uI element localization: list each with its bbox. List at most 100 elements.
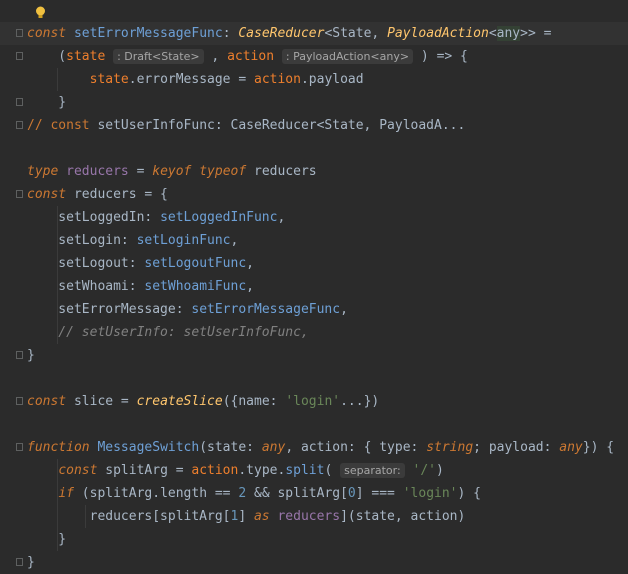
code-token: = bbox=[128, 164, 153, 179]
code-token: 'login' bbox=[285, 394, 341, 409]
fold-marker-icon[interactable] bbox=[16, 351, 23, 359]
code-token: slice = bbox=[73, 394, 137, 409]
code-token: MessageSwitch bbox=[97, 440, 200, 455]
code-line[interactable]: setLogout: setLogoutFunc, bbox=[0, 252, 628, 275]
code-token: setUserInfoFunc: CaseReducer<State, Payl… bbox=[97, 118, 466, 133]
code-token: state bbox=[89, 72, 129, 87]
code-token: } bbox=[27, 532, 67, 547]
code-text: const splitArg = action.type.split( sepa… bbox=[27, 459, 444, 482]
code-token: typeof bbox=[199, 164, 255, 179]
code-line[interactable]: setWhoami: setWhoamiFunc, bbox=[0, 275, 628, 298]
fold-marker-icon[interactable] bbox=[16, 397, 23, 405]
fold-marker-icon[interactable] bbox=[16, 190, 23, 198]
code-token: ) { bbox=[457, 486, 481, 501]
code-line[interactable]: state.errorMessage = action.payload bbox=[0, 68, 628, 91]
code-token: .payload bbox=[300, 72, 364, 87]
code-token: action bbox=[227, 49, 275, 64]
code-token: && splitArg[ bbox=[246, 486, 348, 501]
code-line[interactable] bbox=[0, 413, 628, 436]
code-token: ...}) bbox=[340, 394, 380, 409]
code-text: state.errorMessage = action.payload bbox=[27, 68, 364, 91]
code-token: function bbox=[27, 440, 98, 455]
code-token: type bbox=[27, 164, 67, 179]
code-token: <State, bbox=[324, 26, 388, 41]
code-token: CaseReducer bbox=[238, 26, 325, 41]
code-token: setWhoamiFunc bbox=[144, 279, 247, 294]
code-text: } bbox=[27, 528, 66, 551]
code-token: }) { bbox=[582, 440, 615, 455]
code-text: function MessageSwitch(state: any, actio… bbox=[27, 436, 614, 459]
code-token: ( bbox=[27, 49, 67, 64]
code-token: ] === bbox=[355, 486, 403, 501]
code-token: splitArg = bbox=[105, 463, 192, 478]
code-line[interactable]: const setErrorMessageFunc: CaseReducer<S… bbox=[0, 22, 628, 45]
code-token: setLoggedInFunc bbox=[160, 210, 278, 225]
code-text: (state : Draft<State> , action : Payload… bbox=[27, 45, 468, 68]
code-line[interactable]: setLogin: setLoginFunc, bbox=[0, 229, 628, 252]
code-token: 'login' bbox=[402, 486, 458, 501]
code-line[interactable]: // setUserInfo: setUserInfoFunc, bbox=[0, 321, 628, 344]
code-line[interactable]: const reducers = { bbox=[0, 183, 628, 206]
code-token: const bbox=[27, 26, 74, 41]
code-line[interactable]: (state : Draft<State> , action : Payload… bbox=[0, 45, 628, 68]
code-line[interactable]: setLoggedIn: setLoggedInFunc, bbox=[0, 206, 628, 229]
code-token: ) bbox=[436, 463, 444, 478]
code-token: PayloadAction bbox=[387, 26, 489, 41]
fold-marker-icon[interactable] bbox=[16, 121, 23, 129]
code-token: createSlice bbox=[136, 394, 223, 409]
code-token: setErrorMessageFunc bbox=[73, 26, 223, 41]
code-line[interactable]: } bbox=[0, 91, 628, 114]
code-line[interactable]: } bbox=[0, 528, 628, 551]
intention-bulb-icon[interactable] bbox=[35, 6, 46, 19]
code-token: setLoggedIn: bbox=[27, 210, 161, 225]
code-line[interactable]: const slice = createSlice({name: 'login'… bbox=[0, 390, 628, 413]
code-text: } bbox=[27, 344, 35, 367]
code-text: // setUserInfo: setUserInfoFunc, bbox=[27, 321, 308, 344]
code-token: } bbox=[27, 348, 35, 363]
code-line[interactable]: } bbox=[0, 551, 628, 574]
fold-marker-icon[interactable] bbox=[16, 558, 23, 566]
code-editor[interactable]: const setErrorMessageFunc: CaseReducer<S… bbox=[0, 0, 628, 570]
code-token: , bbox=[203, 49, 228, 64]
code-token: 2 bbox=[238, 486, 247, 501]
code-text: const slice = createSlice({name: 'login'… bbox=[27, 390, 379, 413]
code-token: setWhoami: bbox=[27, 279, 145, 294]
fold-marker-icon[interactable] bbox=[16, 29, 23, 37]
code-line[interactable] bbox=[0, 137, 628, 160]
code-token: .errorMessage = bbox=[128, 72, 254, 87]
fold-marker-icon[interactable] bbox=[16, 98, 23, 106]
code-line[interactable]: setErrorMessage: setErrorMessageFunc, bbox=[0, 298, 628, 321]
code-line[interactable]: function MessageSwitch(state: any, actio… bbox=[0, 436, 628, 459]
code-text: setWhoami: setWhoamiFunc, bbox=[27, 275, 254, 298]
code-text: const reducers = { bbox=[27, 183, 168, 206]
fold-marker-icon[interactable] bbox=[16, 443, 23, 451]
code-token: state bbox=[66, 49, 106, 64]
code-token: ( bbox=[324, 463, 341, 478]
code-token: , bbox=[230, 233, 239, 248]
code-token: setLogoutFunc bbox=[144, 256, 247, 271]
code-line[interactable]: } bbox=[0, 344, 628, 367]
indent-guide bbox=[57, 206, 58, 344]
code-line[interactable]: const splitArg = action.type.split( sepa… bbox=[0, 459, 628, 482]
code-line[interactable]: reducers[splitArg[1] as reducers](state,… bbox=[0, 505, 628, 528]
code-token: const bbox=[27, 394, 74, 409]
code-line[interactable]: type reducers = keyof typeof reducers bbox=[0, 160, 628, 183]
code-text: } bbox=[27, 551, 35, 574]
code-token: , bbox=[277, 210, 286, 225]
code-token: , bbox=[246, 256, 254, 271]
code-token: any bbox=[496, 26, 521, 41]
code-token: keyof bbox=[152, 164, 200, 179]
code-line[interactable] bbox=[0, 367, 628, 390]
fold-marker-icon[interactable] bbox=[16, 52, 23, 60]
code-token: reducers bbox=[254, 164, 317, 179]
code-token: ({name: bbox=[222, 394, 286, 409]
code-line[interactable]: if (splitArg.length == 2 && splitArg[0] … bbox=[0, 482, 628, 505]
code-text: setLogout: setLogoutFunc, bbox=[27, 252, 254, 275]
code-token: (state: bbox=[199, 440, 262, 455]
code-token: < bbox=[488, 26, 497, 41]
code-line[interactable]: // const setUserInfoFunc: CaseReducer<St… bbox=[0, 114, 628, 137]
code-token: , bbox=[246, 279, 254, 294]
